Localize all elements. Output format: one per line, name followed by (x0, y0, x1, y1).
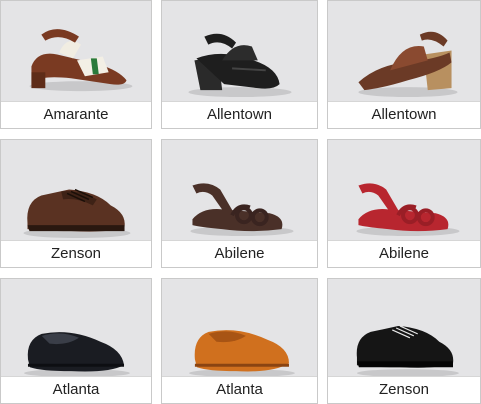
product-card-abilene[interactable]: Abilene (327, 139, 481, 268)
product-card-zenson[interactable]: Zenson (0, 139, 152, 268)
product-name[interactable]: Zenson (328, 376, 480, 403)
product-image[interactable] (162, 279, 317, 377)
product-image[interactable] (328, 1, 480, 102)
t-strap-sandal-icon (356, 183, 460, 237)
lace-up-shoe-icon (356, 325, 459, 377)
product-card-abilene[interactable]: Abilene (161, 139, 318, 268)
product-grid: Amarante Allentown Allentown Zenson Abil… (0, 0, 481, 404)
wedge-sandal-icon (188, 33, 292, 98)
product-name[interactable]: Abilene (328, 240, 480, 267)
product-card-atlanta[interactable]: Atlanta (0, 278, 152, 404)
product-image[interactable] (1, 1, 151, 102)
sandal-icon (29, 29, 133, 92)
product-card-allentown[interactable]: Allentown (327, 0, 481, 129)
product-image[interactable] (1, 279, 151, 377)
product-name[interactable]: Zenson (1, 240, 151, 267)
product-name[interactable]: Abilene (162, 240, 317, 267)
product-card-zenson[interactable]: Zenson (327, 278, 481, 404)
product-card-atlanta[interactable]: Atlanta (161, 278, 318, 404)
product-image[interactable] (162, 1, 317, 102)
product-name[interactable]: Atlanta (162, 376, 317, 403)
product-card-allentown[interactable]: Allentown (161, 0, 318, 129)
product-card-amarante[interactable]: Amarante (0, 0, 152, 129)
product-image[interactable] (328, 279, 480, 377)
product-image[interactable] (1, 140, 151, 241)
product-name[interactable]: Allentown (328, 101, 480, 128)
lace-up-shoe-icon (23, 188, 131, 239)
wedge-sandal-icon (358, 31, 458, 98)
product-name[interactable]: Allentown (162, 101, 317, 128)
product-image[interactable] (328, 140, 480, 241)
loafer-icon (24, 332, 130, 377)
product-image[interactable] (162, 140, 317, 241)
t-strap-sandal-icon (190, 183, 294, 237)
product-name[interactable]: Amarante (1, 101, 151, 128)
product-name[interactable]: Atlanta (1, 376, 151, 403)
loafer-icon (189, 330, 295, 377)
